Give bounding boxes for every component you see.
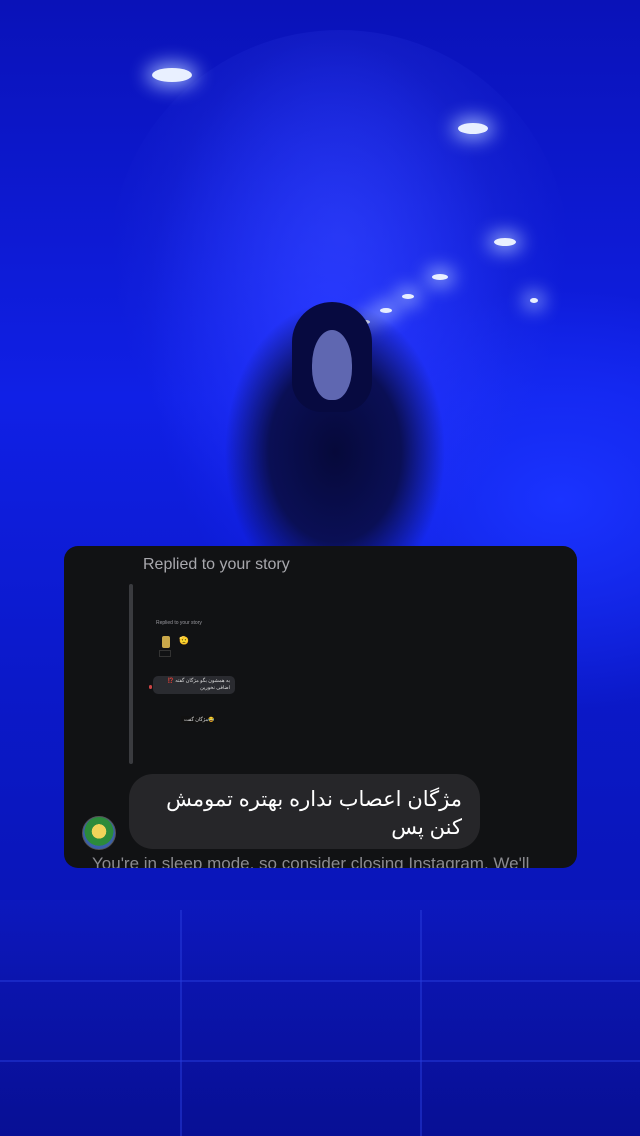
replied-to-story-label: Replied to your story <box>143 556 290 573</box>
quoted-dot <box>149 685 152 689</box>
message-bubble[interactable]: مژگان اعصاب نداره بهتره تمومش کنن پس <box>129 774 480 849</box>
quoted-sticker <box>162 636 170 648</box>
dm-screenshot-card: Replied to your story Replied to your st… <box>64 546 577 868</box>
figure-mask <box>312 330 352 400</box>
floor-tile-line <box>420 910 422 1136</box>
tiled-floor <box>0 900 640 1136</box>
ceiling-light <box>458 123 488 134</box>
quoted-replied-label: Replied to your story <box>156 620 202 626</box>
ceiling-light <box>494 238 516 246</box>
salute-emoji-icon: 🫡 <box>179 636 189 645</box>
sender-avatar[interactable] <box>82 816 116 850</box>
ceiling-light <box>402 294 414 299</box>
quoted-story-thumbnail[interactable]: Replied to your story 🫡 به همشون بگو مژگ… <box>149 588 251 738</box>
floor-tile-line <box>0 1060 640 1062</box>
sleep-mode-notice: You're in sleep mode, so consider closin… <box>92 854 530 868</box>
ceiling-light <box>432 274 448 280</box>
message-text: مژگان اعصاب نداره بهتره تمومش کنن پس <box>166 788 462 839</box>
quote-bar <box>129 584 133 764</box>
floor-tile-line <box>0 980 640 982</box>
quoted-message-bubble: به همشون بگو مژگان گفته ⁉️ اضافی نخورین <box>153 676 235 694</box>
quoted-reply: مژگان گفت😂 <box>181 716 218 724</box>
quoted-tag <box>159 650 171 657</box>
ceiling-light <box>152 68 192 82</box>
ceiling-light <box>530 298 538 303</box>
floor-tile-line <box>180 910 182 1136</box>
